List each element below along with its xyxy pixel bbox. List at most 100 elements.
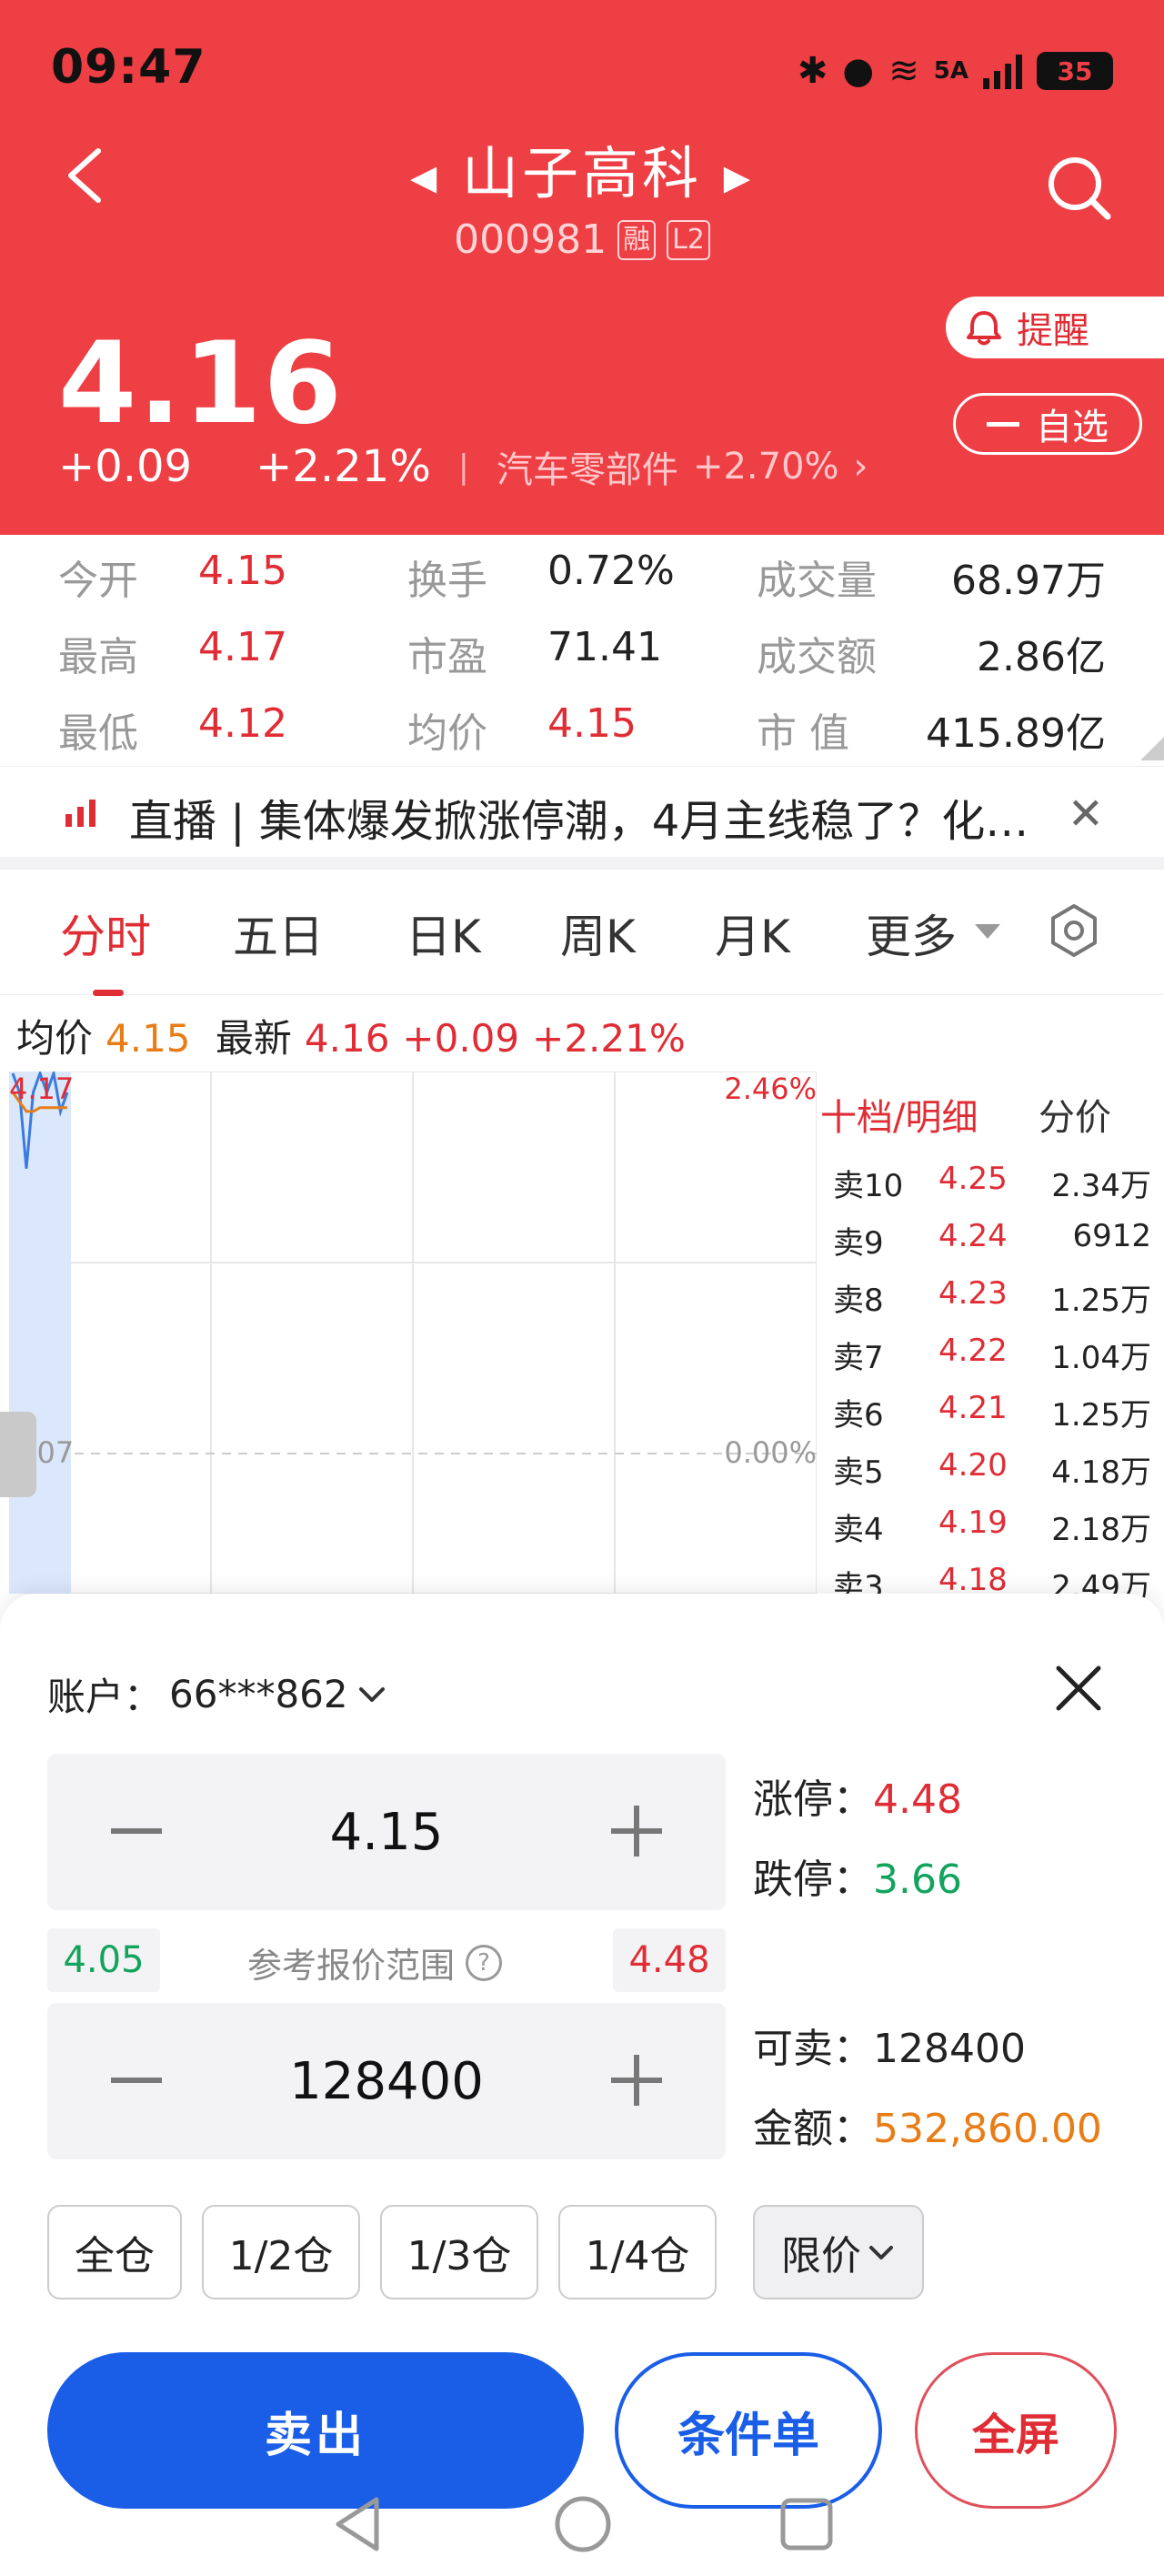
- location-icon: ●: [842, 50, 875, 92]
- plus-icon: [634, 2055, 639, 2106]
- orderbook-tab-price[interactable]: 分价: [1039, 1088, 1111, 1141]
- stat-label: 成交额: [757, 634, 877, 680]
- stat-value: 68.97万: [951, 558, 1106, 604]
- wifi-icon: ≋: [888, 50, 919, 92]
- remove-watchlist-button[interactable]: 自选: [953, 393, 1142, 455]
- level-label: 卖5: [833, 1454, 884, 1491]
- sell-order-sheet: 账户： 66***862 4.15 涨停：4.48 跌停：3.66 4.05 参…: [0, 1594, 1164, 2576]
- stat-label: 换手: [407, 558, 487, 604]
- sector-link[interactable]: 汽车零部件: [497, 440, 678, 493]
- sell-button[interactable]: 卖出: [47, 2352, 584, 2509]
- tab-more[interactable]: 更多: [866, 901, 957, 966]
- tab-daily-k[interactable]: 日K: [406, 901, 481, 966]
- help-icon[interactable]: ?: [466, 1944, 503, 1981]
- orderbook-row[interactable]: 卖4 4.19 2.18万: [833, 1504, 1151, 1561]
- level-volume: 6912: [1072, 1218, 1151, 1254]
- orderbook-tab-detail[interactable]: 十档/明细: [820, 1088, 978, 1141]
- level-price: 4.24: [938, 1218, 1008, 1254]
- active-tab-indicator: [93, 990, 124, 996]
- stat-label: 今开: [58, 558, 138, 604]
- orderbook-row[interactable]: 卖8 4.23 1.25万: [833, 1275, 1151, 1332]
- orderbook-row[interactable]: 卖10 4.25 2.34万: [833, 1161, 1151, 1217]
- plus-icon: [634, 1806, 639, 1857]
- range-low-chip[interactable]: 4.05: [47, 1928, 160, 1992]
- y-axis-top-label: 4.17: [9, 1072, 75, 1106]
- position-quarter-button[interactable]: 1/4仓: [558, 2205, 717, 2299]
- close-icon[interactable]: [1053, 1663, 1104, 1714]
- remind-button[interactable]: 提醒: [946, 297, 1164, 358]
- watchlist-label: 自选: [1036, 407, 1109, 448]
- side-drawer-handle[interactable]: [0, 1412, 36, 1497]
- status-icons: ✱ ● ≋ 5A 35: [798, 44, 1113, 98]
- price-range: 4.05 参考报价范围 ? 4.48: [47, 1928, 726, 1992]
- stock-header: 09:47 ✱ ● ≋ 5A 35 ◀ 山子高科 ▶ 000981 融 L2 4…: [0, 0, 1164, 535]
- remind-label: 提醒: [1017, 310, 1089, 352]
- fullscreen-button[interactable]: 全屏: [915, 2352, 1117, 2509]
- limit-down-label: 跌停：: [753, 1857, 873, 1903]
- account-label: 账户：: [47, 1675, 163, 1719]
- stat-value: 4.12: [198, 700, 287, 747]
- orderbook-row[interactable]: 卖9 4.24 6912: [833, 1218, 1151, 1274]
- settings-icon[interactable]: [1046, 902, 1102, 959]
- limit-down: 跌停：3.66: [753, 1846, 962, 1905]
- battery-icon: 35: [1037, 52, 1113, 90]
- position-third-button[interactable]: 1/3仓: [380, 2205, 538, 2299]
- range-high-chip[interactable]: 4.48: [613, 1928, 726, 1992]
- tab-monthly-k[interactable]: 月K: [715, 901, 790, 966]
- position-full-button[interactable]: 全仓: [47, 2205, 182, 2299]
- tab-weekly-k[interactable]: 周K: [560, 901, 636, 966]
- level-volume: 1.04万: [1051, 1340, 1151, 1376]
- stat-label: 最低: [58, 710, 138, 757]
- chevron-right-icon[interactable]: ›: [854, 446, 868, 488]
- tab-five-day[interactable]: 五日: [233, 901, 324, 966]
- stock-title[interactable]: ◀ 山子高科 ▶: [0, 127, 1164, 209]
- nav-back-icon[interactable]: [326, 2492, 389, 2556]
- range-label: 参考报价范围: [247, 1946, 456, 1986]
- conditional-order-button[interactable]: 条件单: [615, 2352, 882, 2509]
- account-selector[interactable]: 账户： 66***862: [47, 1666, 388, 1722]
- next-stock-icon[interactable]: ▶: [724, 157, 754, 197]
- sellable-label: 可卖：: [753, 2026, 873, 2072]
- order-type-select[interactable]: 限价: [753, 2205, 924, 2299]
- price-change-pct: +2.21%: [256, 441, 431, 492]
- signal-icon: [983, 53, 1022, 89]
- stat-label: 均价: [407, 710, 487, 757]
- prev-stock-icon[interactable]: ◀: [410, 157, 440, 197]
- caret-down-icon[interactable]: [975, 924, 1000, 939]
- position-half-button[interactable]: 1/2仓: [202, 2205, 360, 2299]
- nav-recents-icon[interactable]: [775, 2492, 838, 2556]
- stock-code: 000981: [454, 216, 607, 263]
- stock-stats: 今开 4.15 换手 0.72% 成交量 68.97万 最高 4.17 市盈 7…: [0, 535, 1164, 762]
- stock-name: 山子高科: [461, 140, 702, 206]
- intraday-chart[interactable]: 4.17 4.07 2.46% 0.00%: [9, 1072, 817, 1594]
- level-price: 4.19: [938, 1504, 1008, 1541]
- chart-summary: 均价 4.15 最新 4.16 +0.09 +2.21%: [16, 1008, 698, 1063]
- avg-value: 4.15: [105, 1016, 191, 1061]
- search-icon[interactable]: [1044, 153, 1113, 222]
- orderbook-row[interactable]: 卖6 4.21 1.25万: [833, 1390, 1151, 1446]
- change-row: +0.09 +2.21% | 汽车零部件 +2.70% ›: [58, 440, 868, 493]
- stat-low: 最低 4.12: [58, 700, 287, 759]
- level-price: 4.22: [938, 1333, 1008, 1369]
- level-price: 4.20: [938, 1447, 1008, 1484]
- stat-value: 0.72%: [547, 548, 675, 594]
- sellable-value: 128400: [873, 2026, 1026, 2072]
- chevron-down-icon: [358, 1686, 385, 1702]
- stat-avg: 均价 4.15: [407, 700, 637, 759]
- stat-label: 最高: [58, 634, 138, 680]
- orderbook-row[interactable]: 卖5 4.20 4.18万: [833, 1447, 1151, 1504]
- nav-home-icon[interactable]: [551, 2492, 615, 2556]
- tab-intraday[interactable]: 分时: [60, 901, 151, 966]
- expand-stats-icon[interactable]: [1140, 737, 1164, 760]
- live-icon: [65, 800, 95, 827]
- orderbook-row[interactable]: 卖7 4.22 1.04万: [833, 1333, 1151, 1389]
- pct-axis-mid-label: 0.00%: [724, 1435, 817, 1470]
- code-row: 000981 融 L2: [454, 216, 710, 263]
- limit-up-label: 涨停：: [753, 1776, 873, 1823]
- level-label: 卖8: [833, 1283, 884, 1319]
- close-icon[interactable]: ✕: [1068, 789, 1104, 840]
- live-banner[interactable]: 直播 | 集体爆发掀涨停潮，4月主线稳了？化… ✕: [0, 766, 1164, 857]
- amount-label: 金额：: [753, 2106, 873, 2152]
- level-price: 4.21: [938, 1390, 1008, 1426]
- level-volume: 2.34万: [1051, 1168, 1151, 1204]
